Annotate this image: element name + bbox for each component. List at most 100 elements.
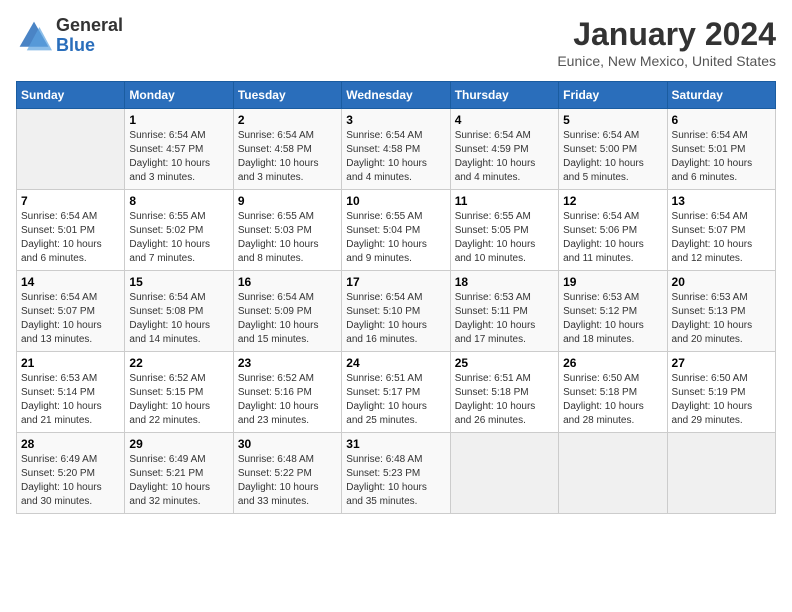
day-number: 22 (129, 356, 228, 370)
day-info: Sunrise: 6:55 AMSunset: 5:03 PMDaylight:… (238, 210, 337, 266)
day-info: Sunrise: 6:54 AMSunset: 4:57 PMDaylight:… (129, 129, 228, 185)
calendar-week-row: 21Sunrise: 6:53 AMSunset: 5:14 PMDayligh… (17, 352, 776, 433)
day-number: 1 (129, 113, 228, 127)
day-number: 11 (455, 194, 554, 208)
calendar-cell (450, 433, 558, 514)
day-number: 3 (346, 113, 445, 127)
logo-text: General Blue (56, 16, 123, 56)
day-info: Sunrise: 6:54 AMSunset: 4:58 PMDaylight:… (346, 129, 445, 185)
day-info: Sunrise: 6:50 AMSunset: 5:19 PMDaylight:… (672, 372, 771, 428)
calendar-cell: 7 Sunrise: 6:54 AMSunset: 5:01 PMDaylight… (17, 190, 125, 271)
header-day: Wednesday (342, 82, 450, 109)
day-number: 28 (21, 437, 120, 451)
day-number: 9 (238, 194, 337, 208)
calendar-cell: 19Sunrise: 6:53 AMSunset: 5:12 PMDayligh… (559, 271, 667, 352)
calendar-cell (17, 109, 125, 190)
day-info: Sunrise: 6:54 AMSunset: 5:00 PMDaylight:… (563, 129, 662, 185)
calendar-cell: 17 Sunrise: 6:54 AMSunset: 5:10 PMDayligh… (342, 271, 450, 352)
calendar-week-row: 28 Sunrise: 6:49 AMSunset: 5:20 PMDayligh… (17, 433, 776, 514)
day-number: 17 (346, 275, 445, 289)
day-number: 29 (129, 437, 228, 451)
day-number: 6 (672, 113, 771, 127)
title-location: Eunice, New Mexico, United States (557, 53, 776, 69)
day-info: Sunrise: 6:53 AMSunset: 5:13 PMDaylight:… (672, 291, 771, 347)
calendar-table: SundayMondayTuesdayWednesdayThursdayFrid… (16, 81, 776, 514)
header-row: SundayMondayTuesdayWednesdayThursdayFrid… (17, 82, 776, 109)
day-number: 12 (563, 194, 662, 208)
day-info: Sunrise: 6:53 AMSunset: 5:11 PMDaylight:… (455, 291, 554, 347)
day-number: 31 (346, 437, 445, 451)
day-info: Sunrise: 6:48 AMSunset: 5:23 PMDaylight:… (346, 453, 445, 509)
day-info: Sunrise: 6:54 AMSunset: 5:07 PMDaylight:… (672, 210, 771, 266)
day-number: 26 (563, 356, 662, 370)
calendar-cell: 25Sunrise: 6:51 AMSunset: 5:18 PMDayligh… (450, 352, 558, 433)
logo: General Blue (16, 16, 123, 56)
calendar-cell: 3 Sunrise: 6:54 AMSunset: 4:58 PMDaylight… (342, 109, 450, 190)
day-info: Sunrise: 6:54 AMSunset: 5:01 PMDaylight:… (672, 129, 771, 185)
day-number: 25 (455, 356, 554, 370)
header-day: Thursday (450, 82, 558, 109)
calendar-cell: 2 Sunrise: 6:54 AMSunset: 4:58 PMDaylight… (233, 109, 341, 190)
day-number: 24 (346, 356, 445, 370)
calendar-cell: 28 Sunrise: 6:49 AMSunset: 5:20 PMDayligh… (17, 433, 125, 514)
header-day: Friday (559, 82, 667, 109)
calendar-week-row: 1 Sunrise: 6:54 AMSunset: 4:57 PMDaylight… (17, 109, 776, 190)
header-day: Tuesday (233, 82, 341, 109)
day-info: Sunrise: 6:54 AMSunset: 4:58 PMDaylight:… (238, 129, 337, 185)
day-info: Sunrise: 6:49 AMSunset: 5:21 PMDaylight:… (129, 453, 228, 509)
day-number: 14 (21, 275, 120, 289)
day-number: 23 (238, 356, 337, 370)
page-header: General Blue January 2024 Eunice, New Me… (16, 16, 776, 69)
day-number: 30 (238, 437, 337, 451)
day-info: Sunrise: 6:52 AMSunset: 5:15 PMDaylight:… (129, 372, 228, 428)
day-number: 13 (672, 194, 771, 208)
day-number: 27 (672, 356, 771, 370)
calendar-cell: 26 Sunrise: 6:50 AMSunset: 5:18 PMDayligh… (559, 352, 667, 433)
day-number: 5 (563, 113, 662, 127)
day-info: Sunrise: 6:48 AMSunset: 5:22 PMDaylight:… (238, 453, 337, 509)
day-info: Sunrise: 6:54 AMSunset: 5:10 PMDaylight:… (346, 291, 445, 347)
calendar-cell: 23 Sunrise: 6:52 AMSunset: 5:16 PMDayligh… (233, 352, 341, 433)
calendar-cell: 11Sunrise: 6:55 AMSunset: 5:05 PMDayligh… (450, 190, 558, 271)
calendar-cell: 20 Sunrise: 6:53 AMSunset: 5:13 PMDayligh… (667, 271, 775, 352)
day-number: 18 (455, 275, 554, 289)
day-number: 10 (346, 194, 445, 208)
day-number: 8 (129, 194, 228, 208)
day-info: Sunrise: 6:51 AMSunset: 5:17 PMDaylight:… (346, 372, 445, 428)
day-info: Sunrise: 6:50 AMSunset: 5:18 PMDaylight:… (563, 372, 662, 428)
calendar-cell: 29 Sunrise: 6:49 AMSunset: 5:21 PMDayligh… (125, 433, 233, 514)
day-number: 19 (563, 275, 662, 289)
day-info: Sunrise: 6:54 AMSunset: 5:08 PMDaylight:… (129, 291, 228, 347)
day-info: Sunrise: 6:55 AMSunset: 5:04 PMDaylight:… (346, 210, 445, 266)
day-number: 7 (21, 194, 120, 208)
day-info: Sunrise: 6:54 AMSunset: 5:07 PMDaylight:… (21, 291, 120, 347)
calendar-cell: 15 Sunrise: 6:54 AMSunset: 5:08 PMDayligh… (125, 271, 233, 352)
day-number: 16 (238, 275, 337, 289)
calendar-cell: 31 Sunrise: 6:48 AMSunset: 5:23 PMDayligh… (342, 433, 450, 514)
day-number: 20 (672, 275, 771, 289)
logo-blue: Blue (56, 36, 123, 56)
calendar-cell (667, 433, 775, 514)
day-info: Sunrise: 6:54 AMSunset: 4:59 PMDaylight:… (455, 129, 554, 185)
day-number: 2 (238, 113, 337, 127)
calendar-cell: 9 Sunrise: 6:55 AMSunset: 5:03 PMDaylight… (233, 190, 341, 271)
day-info: Sunrise: 6:53 AMSunset: 5:14 PMDaylight:… (21, 372, 120, 428)
header-day: Monday (125, 82, 233, 109)
header-day: Saturday (667, 82, 775, 109)
calendar-cell: 12Sunrise: 6:54 AMSunset: 5:06 PMDayligh… (559, 190, 667, 271)
calendar-cell: 8Sunrise: 6:55 AMSunset: 5:02 PMDaylight… (125, 190, 233, 271)
day-number: 15 (129, 275, 228, 289)
day-info: Sunrise: 6:54 AMSunset: 5:01 PMDaylight:… (21, 210, 120, 266)
day-info: Sunrise: 6:52 AMSunset: 5:16 PMDaylight:… (238, 372, 337, 428)
calendar-cell: 16Sunrise: 6:54 AMSunset: 5:09 PMDayligh… (233, 271, 341, 352)
title-block: January 2024 Eunice, New Mexico, United … (557, 16, 776, 69)
calendar-cell: 22 Sunrise: 6:52 AMSunset: 5:15 PMDayligh… (125, 352, 233, 433)
day-number: 4 (455, 113, 554, 127)
calendar-body: 1 Sunrise: 6:54 AMSunset: 4:57 PMDaylight… (17, 109, 776, 514)
calendar-cell: 4 Sunrise: 6:54 AMSunset: 4:59 PMDaylight… (450, 109, 558, 190)
calendar-week-row: 14 Sunrise: 6:54 AMSunset: 5:07 PMDayligh… (17, 271, 776, 352)
calendar-cell: 21Sunrise: 6:53 AMSunset: 5:14 PMDayligh… (17, 352, 125, 433)
calendar-cell: 27 Sunrise: 6:50 AMSunset: 5:19 PMDayligh… (667, 352, 775, 433)
calendar-cell (559, 433, 667, 514)
day-info: Sunrise: 6:49 AMSunset: 5:20 PMDaylight:… (21, 453, 120, 509)
